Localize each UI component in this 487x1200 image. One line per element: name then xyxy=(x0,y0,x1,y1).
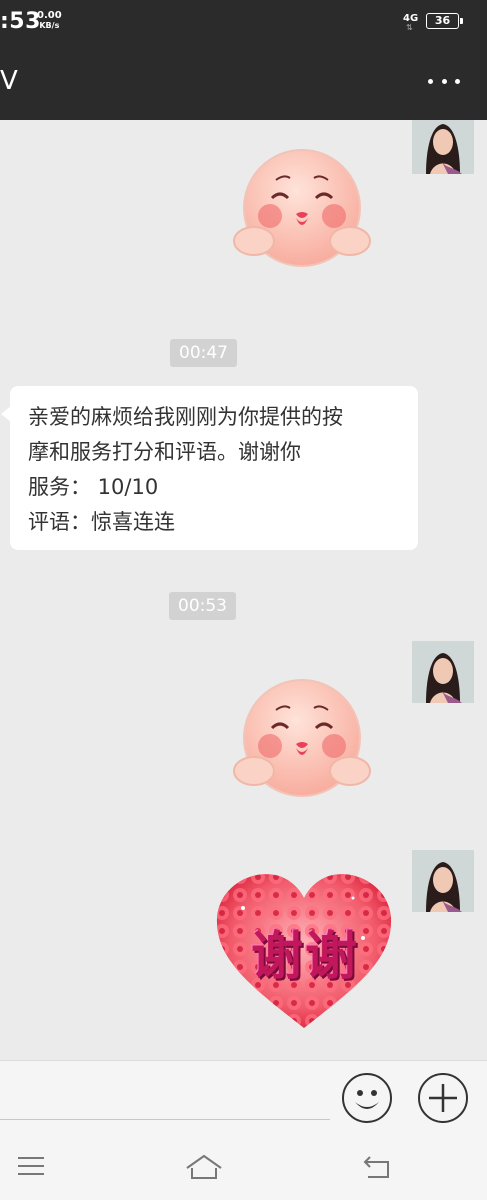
more-icon[interactable] xyxy=(428,79,460,87)
status-time: :53 xyxy=(0,9,41,34)
timestamp: 00:53 xyxy=(169,592,236,620)
text-message-bubble[interactable]: 亲爱的麻烦给我刚刚为你提供的按 摩和服务打分和评语。谢谢你 服务： 10/10 … xyxy=(1,386,418,550)
message-line: 摩和服务打分和评语。谢谢你 xyxy=(28,440,301,464)
back-icon[interactable] xyxy=(362,1154,392,1184)
chat-header: V xyxy=(0,44,487,120)
input-bar xyxy=(0,1060,487,1136)
status-bar: :53 0.00 KB/s 4G ⇅ 36 xyxy=(0,0,487,44)
home-icon[interactable] xyxy=(185,1154,223,1184)
message-line: 评语：惊喜连连 xyxy=(28,510,175,534)
network-speed-unit: KB/s xyxy=(39,21,60,30)
chat-title[interactable]: V xyxy=(0,66,18,96)
avatar[interactable] xyxy=(412,120,474,174)
kiss-face-sticker[interactable] xyxy=(232,146,372,275)
signal-arrows-icon: ⇅ xyxy=(406,23,413,32)
avatar[interactable] xyxy=(412,641,474,703)
plus-icon[interactable] xyxy=(417,1072,469,1124)
message-line: 服务： 10/10 xyxy=(28,475,159,499)
emoji-icon[interactable] xyxy=(341,1072,393,1124)
kiss-face-sticker[interactable] xyxy=(232,676,372,805)
system-nav-bar xyxy=(0,1136,487,1200)
battery-icon: 36 xyxy=(426,13,463,29)
heart-sticker-text: 谢谢 xyxy=(250,927,359,987)
network-speed-value: 0.00 xyxy=(37,10,62,21)
message-input[interactable] xyxy=(0,1119,330,1120)
network-speed: 0.00 KB/s xyxy=(37,11,62,31)
avatar[interactable] xyxy=(412,850,474,912)
timestamp: 00:47 xyxy=(170,339,237,367)
rose-heart-sticker[interactable]: 谢谢 xyxy=(213,868,395,1036)
message-line: 亲爱的麻烦给我刚刚为你提供的按 xyxy=(28,405,343,429)
chat-area[interactable]: 00:47 亲爱的麻烦给我刚刚为你提供的按 摩和服务打分和评语。谢谢你 服务： … xyxy=(0,120,487,1060)
menu-icon[interactable] xyxy=(17,1154,45,1182)
